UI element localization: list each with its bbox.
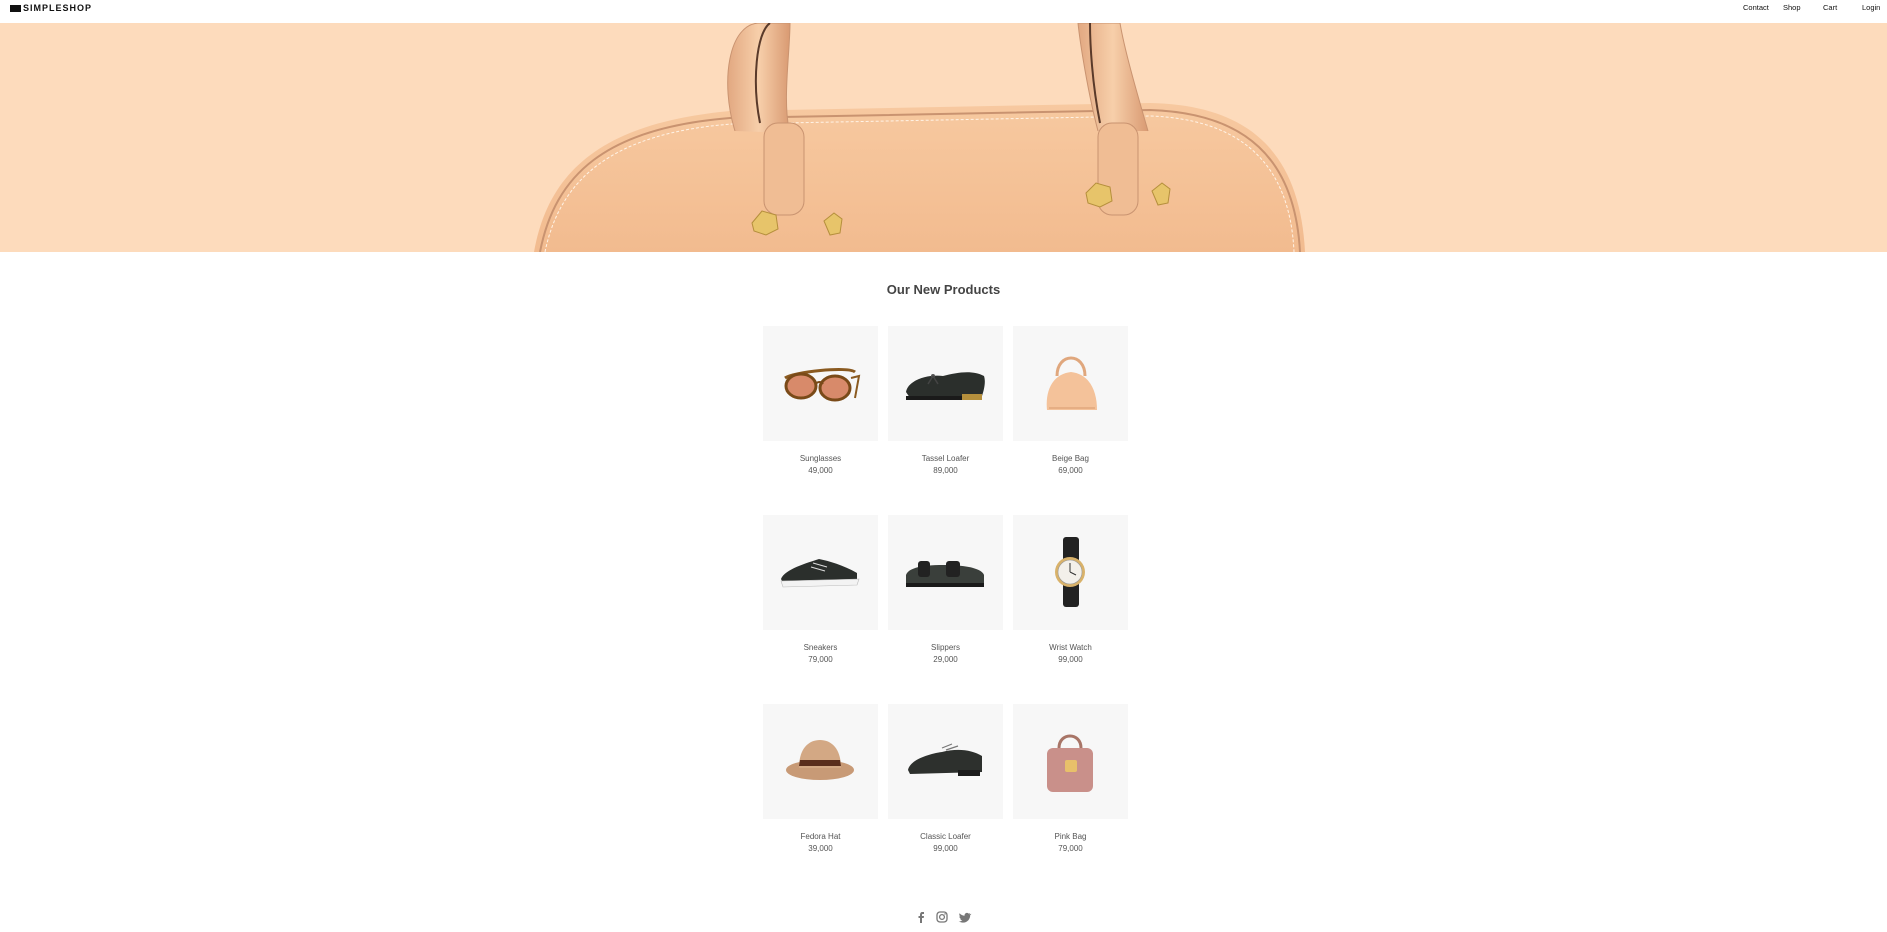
site-footer bbox=[0, 910, 1887, 926]
product-card[interactable]: Fedora Hat 39,000 bbox=[763, 704, 878, 853]
product-image[interactable] bbox=[763, 515, 878, 630]
nav-contact[interactable]: Contact bbox=[1743, 3, 1769, 12]
nav-cart[interactable]: Cart bbox=[1823, 3, 1837, 12]
product-price: 79,000 bbox=[1058, 844, 1083, 853]
product-image[interactable] bbox=[763, 326, 878, 441]
product-card[interactable]: Sunglasses 49,000 bbox=[763, 326, 878, 475]
product-image[interactable] bbox=[888, 704, 1003, 819]
twitter-icon[interactable] bbox=[958, 910, 972, 924]
product-name[interactable]: Pink Bag bbox=[1013, 832, 1128, 841]
slippers-icon bbox=[906, 561, 984, 587]
product-name[interactable]: Sneakers bbox=[763, 643, 878, 652]
product-name[interactable]: Slippers bbox=[888, 643, 1003, 652]
wrist-watch-icon bbox=[1055, 537, 1085, 607]
product-image[interactable] bbox=[763, 704, 878, 819]
section-title: Our New Products bbox=[886, 282, 1001, 297]
nav-login[interactable]: Login bbox=[1862, 3, 1880, 12]
product-card[interactable]: Wrist Watch 99,000 bbox=[1013, 515, 1128, 664]
product-price: 79,000 bbox=[808, 655, 833, 664]
logo-text: SIMPLESHOP bbox=[23, 3, 93, 13]
product-price: 99,000 bbox=[1058, 655, 1083, 664]
nav-shop[interactable]: Shop bbox=[1783, 3, 1801, 12]
product-card[interactable]: Tassel Loafer 89,000 bbox=[888, 326, 1003, 475]
product-name[interactable]: Wrist Watch bbox=[1013, 643, 1128, 652]
handbag-hero-image bbox=[534, 23, 1305, 252]
product-image[interactable] bbox=[888, 326, 1003, 441]
classic-loafer-icon bbox=[908, 743, 982, 776]
sunglasses-icon bbox=[784, 368, 861, 402]
product-card[interactable]: Pink Bag 79,000 bbox=[1013, 704, 1128, 853]
product-image[interactable] bbox=[1013, 515, 1128, 630]
product-price: 99,000 bbox=[933, 844, 958, 853]
product-card[interactable]: Slippers 29,000 bbox=[888, 515, 1003, 664]
product-image[interactable] bbox=[888, 515, 1003, 630]
product-name[interactable]: Tassel Loafer bbox=[888, 454, 1003, 463]
product-name[interactable]: Sunglasses bbox=[763, 454, 878, 463]
product-image[interactable] bbox=[1013, 704, 1128, 819]
product-name[interactable]: Classic Loafer bbox=[888, 832, 1003, 841]
product-price: 39,000 bbox=[808, 844, 833, 853]
beige-bag-icon bbox=[1046, 356, 1097, 410]
tassel-loafer-icon bbox=[906, 372, 985, 400]
pink-bag-icon bbox=[1047, 734, 1093, 792]
product-image[interactable] bbox=[1013, 326, 1128, 441]
product-price: 29,000 bbox=[933, 655, 958, 664]
product-card[interactable]: Beige Bag 69,000 bbox=[1013, 326, 1128, 475]
site-header: SIMPLESHOP Contact Shop Cart Login bbox=[0, 0, 1887, 23]
product-price: 89,000 bbox=[933, 466, 958, 475]
logo[interactable]: SIMPLESHOP bbox=[10, 3, 92, 13]
instagram-icon[interactable] bbox=[935, 910, 949, 924]
hero-banner bbox=[0, 23, 1887, 252]
product-card[interactable]: Sneakers 79,000 bbox=[763, 515, 878, 664]
logo-mark-icon bbox=[10, 4, 21, 12]
product-name[interactable]: Fedora Hat bbox=[763, 832, 878, 841]
facebook-icon[interactable] bbox=[914, 910, 928, 924]
sneakers-icon bbox=[780, 559, 860, 588]
product-name[interactable]: Beige Bag bbox=[1013, 454, 1128, 463]
product-card[interactable]: Classic Loafer 99,000 bbox=[888, 704, 1003, 853]
product-price: 49,000 bbox=[808, 466, 833, 475]
product-price: 69,000 bbox=[1058, 466, 1083, 475]
fedora-hat-icon bbox=[786, 740, 854, 780]
